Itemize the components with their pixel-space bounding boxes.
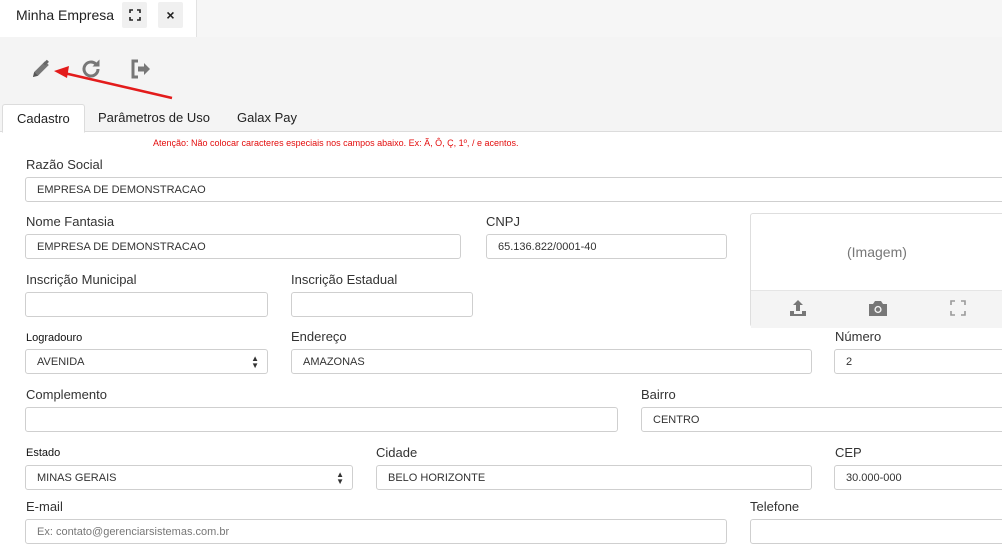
logradouro-select[interactable]: AVENIDA ▲ ▼ xyxy=(25,349,268,374)
inscricao-municipal-field[interactable] xyxy=(25,292,268,317)
tab-cadastro[interactable]: Cadastro xyxy=(2,104,85,133)
tab-galax-pay[interactable]: Galax Pay xyxy=(237,104,297,131)
estado-label: Estado xyxy=(26,447,61,459)
select-caret-icon: ▲ ▼ xyxy=(336,470,344,486)
estado-value: MINAS GERAIS xyxy=(37,471,117,484)
telefone-field[interactable] xyxy=(750,519,1002,544)
warning-message: Atenção: Não colocar caracteres especiai… xyxy=(153,138,519,148)
bairro-field[interactable]: CENTRO xyxy=(641,407,1002,432)
tab-parametros-de-uso[interactable]: Parâmetros de Uso xyxy=(98,104,210,131)
cnpj-label: CNPJ xyxy=(486,214,520,229)
inscricao-municipal-label: Inscrição Municipal xyxy=(26,272,137,287)
logradouro-label: Logradouro xyxy=(26,332,83,344)
inscricao-estadual-label: Inscrição Estadual xyxy=(291,272,398,287)
cidade-label: Cidade xyxy=(376,445,418,460)
email-field[interactable]: Ex: contato@gerenciarsistemas.com.br xyxy=(25,519,727,544)
camera-icon[interactable] xyxy=(865,296,891,320)
upload-icon[interactable] xyxy=(785,296,811,320)
numero-field[interactable]: 2 xyxy=(834,349,1002,374)
telefone-label: Telefone xyxy=(750,499,800,514)
window-tab-title: Minha Empresa xyxy=(16,7,115,23)
select-caret-icon: ▲ ▼ xyxy=(251,354,259,370)
fullscreen-icon[interactable] xyxy=(945,296,971,320)
endereco-field[interactable]: AMAZONAS xyxy=(291,349,812,374)
nome-fantasia-label: Nome Fantasia xyxy=(26,214,115,229)
nome-fantasia-field[interactable]: EMPRESA DE DEMONSTRACAO xyxy=(25,234,461,259)
estado-select[interactable]: MINAS GERAIS ▲ ▼ xyxy=(25,465,353,490)
window-tab[interactable]: Minha Empresa × xyxy=(0,0,197,37)
razao-social-field[interactable]: EMPRESA DE DEMONSTRACAO xyxy=(25,177,1002,202)
cidade-field[interactable]: BELO HORIZONTE xyxy=(376,465,812,490)
close-tab-button[interactable]: × xyxy=(158,2,183,28)
cep-field[interactable]: 30.000-000 xyxy=(834,465,1002,490)
email-label: E-mail xyxy=(26,499,63,514)
expand-icon[interactable] xyxy=(122,2,147,28)
complemento-field[interactable] xyxy=(25,407,618,432)
tabs-divider xyxy=(0,131,1002,132)
complemento-label: Complemento xyxy=(26,387,107,402)
numero-label: Número xyxy=(835,329,882,344)
endereco-label: Endereço xyxy=(291,329,347,344)
razao-social-label: Razão Social xyxy=(26,157,103,172)
bairro-label: Bairro xyxy=(641,387,676,402)
annotation-arrow xyxy=(54,66,173,100)
image-placeholder: (Imagem) xyxy=(847,244,907,260)
inscricao-estadual-field[interactable] xyxy=(291,292,473,317)
cnpj-field[interactable]: 65.136.822/0001-40 xyxy=(486,234,727,259)
logradouro-value: AVENIDA xyxy=(37,355,85,368)
cep-label: CEP xyxy=(835,445,862,460)
